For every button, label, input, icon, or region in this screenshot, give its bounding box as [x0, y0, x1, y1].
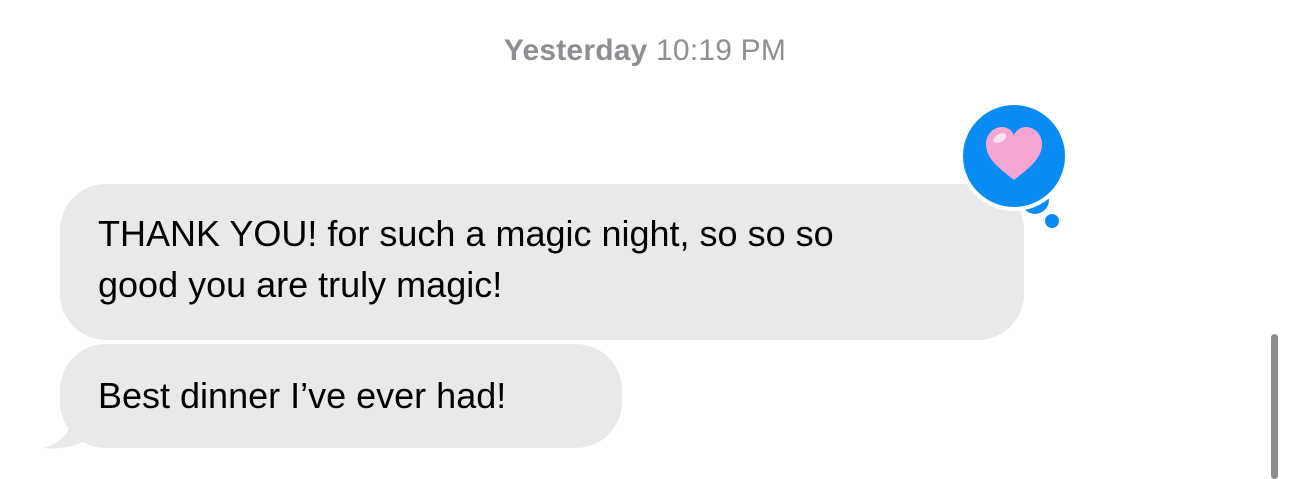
timestamp-time: 10:19 PM: [656, 34, 787, 67]
message-text-line: good you are truly magic!: [98, 264, 503, 305]
timestamp-day: Yesterday: [503, 34, 648, 67]
message-bubble[interactable]: THANK YOU! for such a magic night, so so…: [60, 184, 1024, 340]
timestamp: Yesterday 10:19 PM: [0, 34, 1290, 68]
message-thread: Yesterday 10:19 PM THANK YOU! for such a…: [0, 0, 1290, 479]
scrollbar[interactable]: [1271, 334, 1278, 479]
message-bubble[interactable]: Best dinner I’ve ever had!: [60, 344, 622, 448]
tapback-reaction[interactable]: [962, 104, 1082, 234]
message-text-line: THANK YOU! for such a magic night, so so…: [98, 213, 834, 254]
message-text-line: Best dinner I’ve ever had!: [98, 375, 507, 416]
tapback-tail-small-dot: [1045, 214, 1059, 228]
